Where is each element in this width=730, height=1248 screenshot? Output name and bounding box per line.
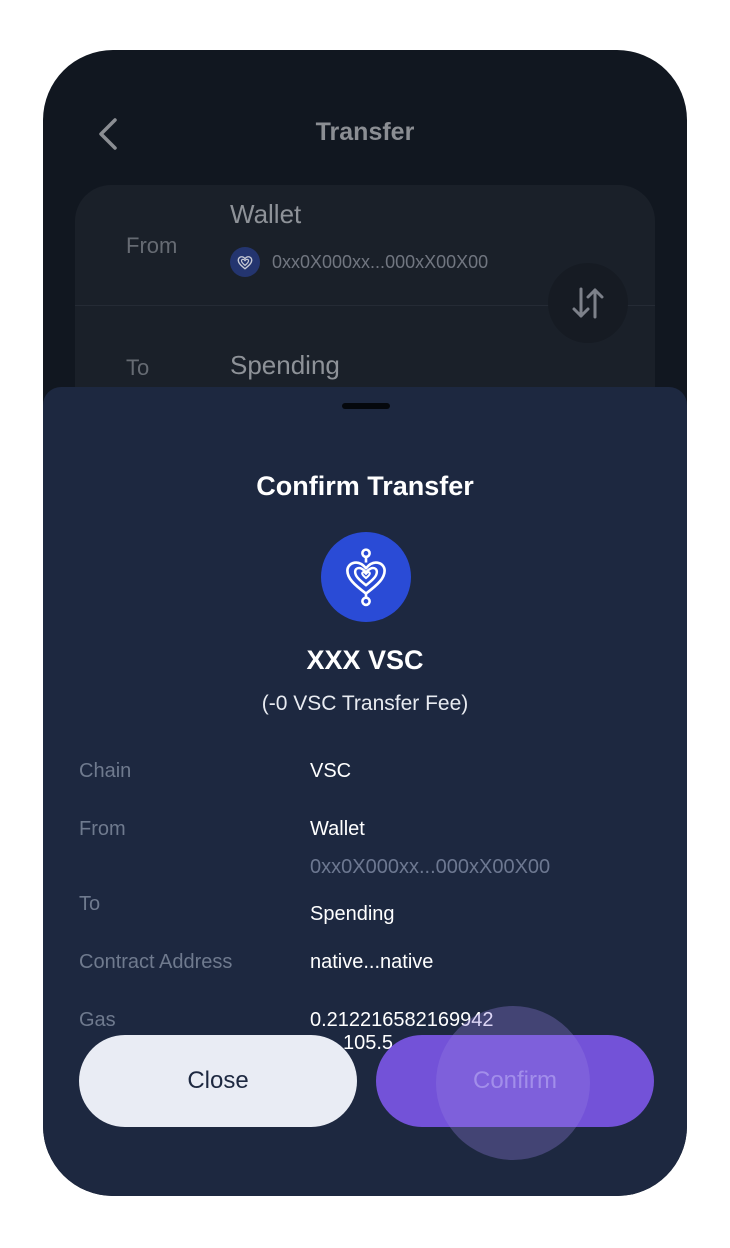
chain-label: Chain (79, 760, 132, 782)
phone-screen: Transfer From Wallet 0xx0X000xx...000xX0… (43, 50, 687, 1196)
from-address: 0xx0X000xx...000xX00X00 (310, 856, 551, 878)
from-label: From (79, 818, 126, 840)
transfer-amount: XXX VSC (306, 645, 424, 675)
to-label: To (126, 355, 150, 380)
from-value: Wallet (310, 818, 365, 840)
sheet-drag-handle[interactable] (342, 403, 390, 409)
to-label: To (79, 893, 101, 915)
close-button[interactable]: Close (79, 1035, 357, 1127)
from-value[interactable]: Wallet (230, 199, 301, 230)
sheet-title: Confirm Transfer (256, 471, 474, 501)
transfer-fee: (-0 VSC Transfer Fee) (261, 692, 469, 715)
page-title: Transfer (315, 118, 415, 146)
contract-address-value: native...native (310, 951, 434, 973)
chain-value: VSC (310, 760, 352, 782)
from-label: From (126, 233, 178, 258)
vsc-logo-icon (230, 247, 260, 277)
to-value: Spending (310, 903, 395, 925)
from-address-row: 0xx0X000xx...000xX00X00 (230, 247, 488, 277)
to-value[interactable]: Spending (230, 350, 340, 381)
confirm-transfer-sheet: Confirm Transfer XXX VSC (-0 VSC Transfe… (43, 387, 687, 1196)
contract-address-label: Contract Address (79, 951, 233, 973)
from-address: 0xx0X000xx...000xX00X00 (272, 251, 489, 272)
confirm-button[interactable]: Confirm (376, 1035, 654, 1127)
vsc-logo-icon (321, 532, 411, 622)
gas-label: Gas (79, 1009, 116, 1031)
swap-button[interactable] (548, 263, 628, 343)
gas-value: 0.212216582169942 (310, 1009, 494, 1031)
swap-vertical-icon (572, 287, 604, 319)
